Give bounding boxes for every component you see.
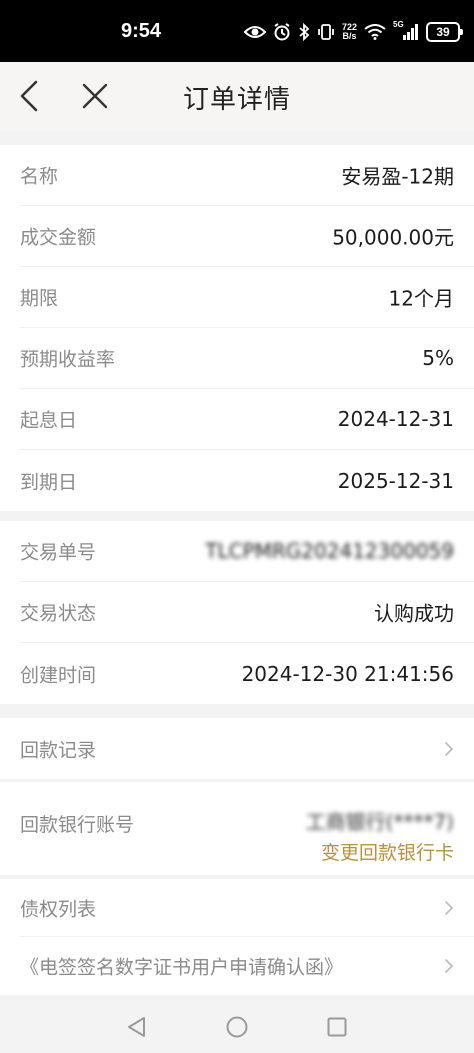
- status-time: 9:54: [121, 20, 162, 42]
- amount-row: 成交金额 50,000.00元: [20, 206, 474, 267]
- battery-icon: 39: [426, 22, 463, 42]
- debt-list-label: 债权列表: [20, 898, 97, 920]
- product-name-row: 名称 安易盈-12期: [20, 145, 474, 206]
- maturity-date-value: 2025-12-31: [337, 468, 454, 493]
- trade-info-card: 交易单号 TLCPMRG202412300059 交易状态 认购成功 创建时间 …: [0, 521, 474, 704]
- eye-icon: [243, 26, 266, 38]
- system-nav-bar: [0, 1000, 474, 1053]
- nav-bar: 订单详情: [0, 62, 474, 130]
- status-bar: 9:54 722 B/s 5G 39: [0, 0, 474, 62]
- repay-bank-row: 回款银行账号 工商银行(****7) 变更回款银行卡: [20, 782, 474, 875]
- amount-value: 50,000.00元: [332, 225, 454, 250]
- nav-recents-icon[interactable]: [324, 1014, 350, 1040]
- term-row: 期限 12个月: [20, 267, 474, 328]
- create-time-value: 2024-12-30 21:41:56: [241, 661, 454, 686]
- repay-record-card[interactable]: 回款记录: [0, 718, 474, 779]
- debt-list-row[interactable]: 债权列表: [20, 879, 474, 937]
- net-speed-unit: B/s: [342, 31, 357, 41]
- value-date-label: 起息日: [20, 409, 78, 432]
- wifi-icon: [364, 24, 386, 40]
- change-bank-card-link[interactable]: 变更回款银行卡: [321, 838, 454, 865]
- links-card: 债权列表 《电签签名数字证书用户申请确认函》: [0, 879, 474, 995]
- chevron-right-icon: [445, 741, 454, 756]
- maturity-date-label: 到期日: [20, 471, 78, 493]
- status-icons: 722 B/s 5G 39: [243, 20, 463, 44]
- trade-number-row: 交易单号 TLCPMRG202412300059: [20, 521, 474, 582]
- alarm-icon: [274, 23, 290, 41]
- create-time-label: 创建时间: [20, 664, 97, 686]
- bluetooth-icon: [299, 23, 310, 41]
- nav-home-icon[interactable]: [224, 1014, 250, 1040]
- create-time-row: 创建时间 2024-12-30 21:41:56: [20, 643, 474, 704]
- expected-yield-label: 预期收益率: [20, 348, 116, 371]
- product-name-label: 名称: [20, 165, 59, 188]
- net-speed: 722 B/s: [342, 23, 357, 41]
- trade-number-value: TLCPMRG202412300059: [205, 539, 454, 563]
- chevron-right-icon: [445, 959, 454, 973]
- term-value: 12个月: [388, 286, 454, 311]
- signal-icon: 5G: [393, 20, 419, 41]
- repay-bank-card: 回款银行账号 工商银行(****7) 变更回款银行卡: [0, 782, 474, 875]
- certificate-letter-label: 《电签签名数字证书用户申请确认函》: [20, 956, 344, 979]
- trade-status-label: 交易状态: [20, 602, 97, 625]
- product-info-card: 名称 安易盈-12期 成交金额 50,000.00元 期限 12个月 预期收益率…: [0, 145, 474, 511]
- product-name-value: 安易盈-12期: [341, 164, 454, 189]
- certificate-letter-row[interactable]: 《电签签名数字证书用户申请确认函》: [20, 937, 474, 995]
- trade-status-value: 认购成功: [374, 601, 454, 626]
- trade-status-row: 交易状态 认购成功: [20, 582, 474, 643]
- maturity-date-row: 到期日 2025-12-31: [20, 450, 474, 511]
- expected-yield-value: 5%: [422, 346, 454, 370]
- amount-label: 成交金额: [20, 226, 97, 249]
- expected-yield-row: 预期收益率 5%: [20, 328, 474, 389]
- repay-record-row[interactable]: 回款记录: [20, 718, 474, 779]
- repay-bank-account: 工商银行(****7): [305, 810, 454, 834]
- repay-record-label: 回款记录: [20, 739, 97, 761]
- nav-back-icon[interactable]: [124, 1014, 150, 1040]
- repay-bank-label: 回款银行账号: [20, 814, 135, 836]
- page-title: 订单详情: [182, 85, 291, 115]
- vibrate-icon: [318, 24, 334, 40]
- value-date-value: 2024-12-31: [337, 407, 454, 431]
- value-date-row: 起息日 2024-12-31: [20, 389, 474, 450]
- term-label: 期限: [20, 287, 59, 310]
- trade-number-label: 交易单号: [20, 541, 97, 564]
- chevron-right-icon: [445, 900, 454, 915]
